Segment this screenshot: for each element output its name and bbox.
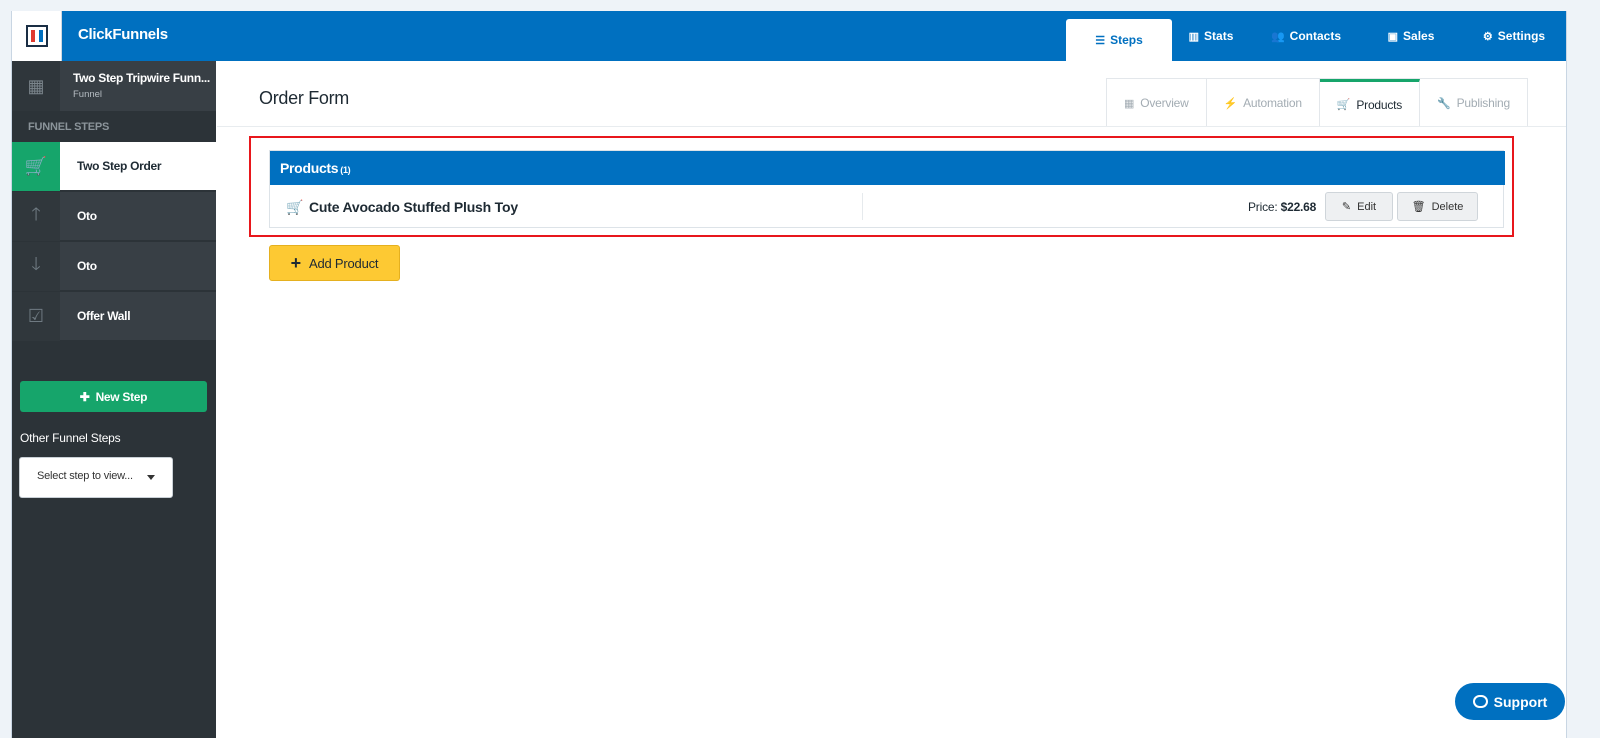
step-select[interactable]: Select step to view...: [19, 457, 173, 498]
clickfunnels-logo-icon: [25, 25, 48, 47]
tab-label: Overview: [1140, 96, 1189, 110]
topnav-label: Steps: [1110, 33, 1143, 47]
top-bar: ClickFunnels ☰ Steps ▥ Stats 👥 Contacts …: [12, 11, 1566, 61]
funnel-title: Two Step Tripwire Funn...: [73, 71, 210, 85]
new-step-button[interactable]: ✚ New Step: [20, 381, 207, 412]
top-nav: ☰ Steps ▥ Stats 👥 Contacts ▣ Sales ⚙ Set…: [1066, 11, 1566, 61]
chat-bubble-icon: [1472, 695, 1488, 708]
tab-label: Products: [1356, 97, 1403, 112]
logo[interactable]: [12, 11, 62, 61]
add-product-label: Add Product: [308, 255, 379, 271]
topnav-steps[interactable]: ☰ Steps: [1066, 19, 1172, 61]
funnel-subtitle: Funnel: [73, 89, 103, 100]
check-square-icon: ☑: [12, 292, 60, 341]
delete-label: Delete: [1431, 200, 1464, 213]
other-funnel-steps-label: Other Funnel Steps: [20, 431, 121, 445]
chart-icon: ▥: [1188, 30, 1200, 43]
step-label: Two Step Order: [77, 159, 162, 173]
products-panel-title: Products (1): [280, 160, 351, 176]
new-step-label: New Step: [95, 389, 148, 404]
products-count: (1): [340, 165, 351, 175]
sidebar: ▦ Two Step Tripwire Funn... Funnel FUNNE…: [12, 61, 216, 738]
step-label: Oto: [77, 259, 97, 273]
topnav-label: Stats: [1204, 29, 1234, 43]
app-frame: ClickFunnels ☰ Steps ▥ Stats 👥 Contacts …: [11, 11, 1567, 738]
sidebar-step-oto-2[interactable]: 🡓 Oto: [12, 241, 216, 291]
money-icon: ▣: [1387, 30, 1399, 43]
caret-down-icon: [147, 475, 155, 480]
dashboard-icon: ▦: [12, 61, 60, 111]
grid-icon: ▦: [1124, 97, 1135, 110]
plus-icon: +: [290, 253, 302, 273]
tab-products[interactable]: 🛒 Products: [1319, 79, 1421, 127]
topnav-label: Sales: [1403, 29, 1435, 43]
sidebar-step-oto-1[interactable]: 🡑 Oto: [12, 191, 216, 241]
main-content: Order Form ▦ Overview ⚡ Automation 🛒 Pro…: [217, 61, 1566, 738]
bolt-icon: ⚡: [1223, 97, 1238, 110]
topnav-contacts[interactable]: 👥 Contacts: [1250, 11, 1362, 61]
step-label: Offer Wall: [77, 309, 131, 323]
products-panel: Products (1) 🛒 Cute Avocado Stuffed Plush…: [269, 150, 1505, 228]
step-select-placeholder: Select step to view...: [37, 470, 133, 482]
support-label: Support: [1493, 693, 1548, 710]
row-separator: [862, 193, 863, 220]
edit-label: Edit: [1357, 200, 1377, 213]
plus-icon: ✚: [79, 389, 90, 404]
add-product-button[interactable]: + Add Product: [269, 245, 400, 281]
edit-button[interactable]: ✎ Edit: [1325, 192, 1393, 221]
topnav-settings[interactable]: ⚙ Settings: [1460, 11, 1566, 61]
step-label: Oto: [77, 209, 97, 223]
users-icon: 👥: [1270, 30, 1285, 43]
topnav-label: Contacts: [1289, 29, 1342, 43]
page-title: Order Form: [259, 88, 350, 108]
arrow-up-icon: 🡑: [12, 192, 60, 241]
trash-icon: 🗑: [1411, 201, 1426, 213]
topnav-stats[interactable]: ▥ Stats: [1172, 11, 1250, 61]
cart-icon: 🛒: [1336, 99, 1351, 111]
tab-automation[interactable]: ⚡ Automation: [1207, 79, 1320, 127]
delete-button[interactable]: 🗑 Delete: [1397, 192, 1478, 221]
wrench-icon: 🔧: [1437, 97, 1451, 110]
product-name: Cute Avocado Stuffed Plush Toy: [309, 199, 518, 215]
topnav-label: Settings: [1497, 29, 1546, 43]
funnel-steps-heading: FUNNEL STEPS: [28, 121, 110, 133]
arrow-down-icon: 🡓: [12, 242, 60, 291]
brand-name: ClickFunnels: [78, 26, 168, 43]
topnav-sales[interactable]: ▣ Sales: [1362, 11, 1460, 61]
product-row: 🛒 Cute Avocado Stuffed Plush Toy Price: …: [270, 185, 1505, 228]
products-panel-header: Products (1): [270, 151, 1505, 185]
list-icon: ☰: [1095, 34, 1106, 47]
product-price: Price: $22.68: [1248, 200, 1317, 214]
tab-label: Publishing: [1456, 96, 1511, 110]
gear-icon: ⚙: [1482, 30, 1493, 43]
tab-overview[interactable]: ▦ Overview: [1107, 79, 1207, 127]
edit-icon: ✎: [1341, 201, 1352, 213]
sidebar-step-offer-wall[interactable]: ☑ Offer Wall: [12, 291, 216, 341]
cart-icon: 🛒: [286, 199, 304, 215]
funnel-header[interactable]: ▦ Two Step Tripwire Funn... Funnel: [12, 61, 216, 111]
support-button[interactable]: Support: [1455, 683, 1565, 720]
tab-publishing[interactable]: 🔧 Publishing: [1420, 79, 1527, 127]
sidebar-step-two-step-order[interactable]: 🛒 Two Step Order: [12, 142, 216, 191]
subtabs: ▦ Overview ⚡ Automation 🛒 Products 🔧 Pub…: [1106, 78, 1528, 127]
tab-label: Automation: [1243, 96, 1302, 110]
header-divider: [217, 126, 1566, 127]
cart-icon: 🛒: [12, 142, 60, 191]
